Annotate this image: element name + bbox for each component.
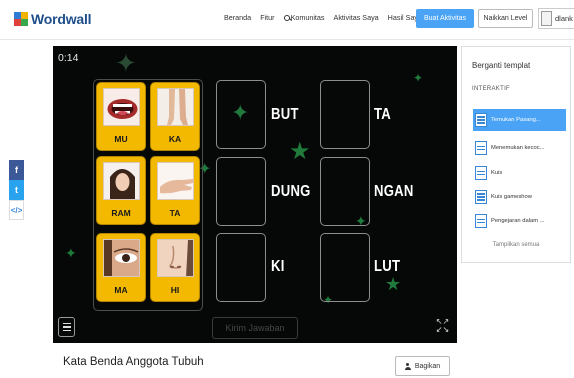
- create-activity-button[interactable]: Buat Aktivitas: [416, 9, 474, 28]
- syllable-but: BUT: [271, 106, 299, 123]
- template-icon: [475, 113, 487, 127]
- avatar: [541, 11, 552, 26]
- tile-hi[interactable]: HI: [150, 233, 200, 302]
- search-icon: [283, 14, 290, 21]
- syllable-lut: LUT: [374, 258, 401, 275]
- template-label: Pengejaran dalam ...: [491, 218, 545, 224]
- logo-text: Wordwall: [31, 11, 92, 27]
- facebook-share-button[interactable]: f: [9, 160, 24, 180]
- embed-icon: </>: [10, 205, 23, 215]
- legs-image: [157, 88, 194, 126]
- fullscreen-icon: ↖↗ ↙↘: [435, 317, 450, 334]
- user-menu[interactable]: dlank: [538, 8, 574, 29]
- submit-answer-button[interactable]: Kirim Jawaban: [212, 317, 298, 339]
- user-name: dlank: [555, 14, 573, 23]
- twitter-share-button[interactable]: t: [9, 180, 24, 200]
- template-quiz[interactable]: Kuis: [473, 162, 566, 184]
- hair-image: [103, 162, 140, 200]
- drop-slot[interactable]: [320, 157, 370, 226]
- template-matching[interactable]: Menemukan kecoc...: [473, 137, 566, 159]
- template-label: Temukan Pasang...: [491, 117, 541, 123]
- wordwall-logo[interactable]: Wordwall: [14, 10, 92, 28]
- share-strip: f t </>: [9, 160, 24, 220]
- star-decoration: ✦: [413, 71, 424, 85]
- syllable-ta: TA: [374, 106, 392, 123]
- tile-label: MU: [114, 134, 128, 144]
- hand-image: [157, 162, 194, 200]
- panel-section-label: INTERAKTIF: [472, 86, 511, 92]
- template-label: Kuis gameshow: [491, 194, 532, 200]
- menu-button[interactable]: [58, 317, 75, 337]
- nav-community[interactable]: Komunitas: [283, 13, 325, 22]
- drop-slot[interactable]: [320, 80, 370, 149]
- tile-label: MA: [114, 285, 128, 295]
- template-icon: [475, 190, 487, 204]
- nose-image: [157, 239, 194, 277]
- page: Wordwall Beranda Fitur Komunitas Aktivit…: [0, 0, 574, 378]
- tile-label: RAM: [111, 208, 131, 218]
- logo-icon: [14, 12, 28, 26]
- activity-title: Kata Benda Anggota Tubuh: [63, 356, 204, 368]
- drop-slot[interactable]: [320, 233, 370, 302]
- template-gameshow-quiz[interactable]: Kuis gameshow: [473, 186, 566, 208]
- nav-features[interactable]: Fitur: [260, 13, 274, 22]
- menu-icon: [62, 323, 71, 325]
- tile-label: TA: [169, 208, 181, 218]
- tile-ram[interactable]: RAM: [96, 156, 146, 225]
- share-button[interactable]: Bagikan: [395, 356, 450, 376]
- syllable-ki: KI: [271, 258, 285, 275]
- star-decoration: ✦: [115, 48, 137, 78]
- tile-ma[interactable]: MA: [96, 233, 146, 302]
- syllable-dung: DUNG: [271, 183, 311, 200]
- star-decoration: ✦: [65, 245, 77, 261]
- twitter-icon: t: [15, 185, 18, 195]
- drop-slot[interactable]: [216, 233, 266, 302]
- panel-title: Berganti templat: [472, 61, 531, 70]
- tile-ta[interactable]: TA: [150, 156, 200, 225]
- timer: 0:14: [58, 52, 79, 64]
- tile-label: HI: [170, 285, 180, 295]
- facebook-icon: f: [15, 165, 18, 175]
- nav-home[interactable]: Beranda: [224, 13, 251, 22]
- template-label: Kuis: [491, 170, 503, 176]
- template-icon: [475, 166, 487, 180]
- star-decoration: ★: [385, 274, 402, 294]
- template-panel: Berganti templat INTERAKTIF Temukan Pasa…: [461, 46, 571, 263]
- tile-label: KA: [168, 134, 182, 144]
- template-icon: [475, 141, 487, 155]
- tile-ka[interactable]: KA: [150, 82, 200, 151]
- template-find-match[interactable]: Temukan Pasang...: [473, 109, 566, 131]
- template-icon: [475, 214, 487, 228]
- nav-community-label: Komunitas: [290, 13, 325, 22]
- syllable-ngan: NGAN: [374, 183, 414, 200]
- drop-slot[interactable]: [216, 80, 266, 149]
- fullscreen-button[interactable]: ↖↗ ↙↘: [434, 318, 451, 336]
- show-all-link[interactable]: Tampilkan semua: [462, 242, 570, 248]
- star-decoration: ★: [289, 138, 311, 165]
- template-maze-chase[interactable]: Pengejaran dalam ...: [473, 210, 566, 232]
- tile-mu[interactable]: MU: [96, 82, 146, 151]
- main-nav: Beranda Fitur Komunitas Aktivitas Saya H…: [224, 13, 422, 22]
- nav-my-activities[interactable]: Aktivitas Saya: [334, 13, 379, 22]
- share-button-label: Bagikan: [414, 362, 441, 370]
- mouth-image: [103, 88, 140, 126]
- top-navigation: Wordwall Beranda Fitur Komunitas Aktivit…: [0, 0, 574, 40]
- game-area: ✦ ✦ ★ ✦ ★ ✦ ✦ ✦ ✦ 0:14 MU KA RAM TA MA H…: [53, 46, 457, 343]
- template-label: Menemukan kecoc...: [491, 145, 545, 151]
- drop-slot[interactable]: [216, 157, 266, 226]
- eye-image: [103, 239, 140, 277]
- embed-button[interactable]: </>: [9, 200, 24, 220]
- upgrade-button[interactable]: Naikkan Level: [478, 9, 533, 28]
- person-icon: [404, 362, 411, 370]
